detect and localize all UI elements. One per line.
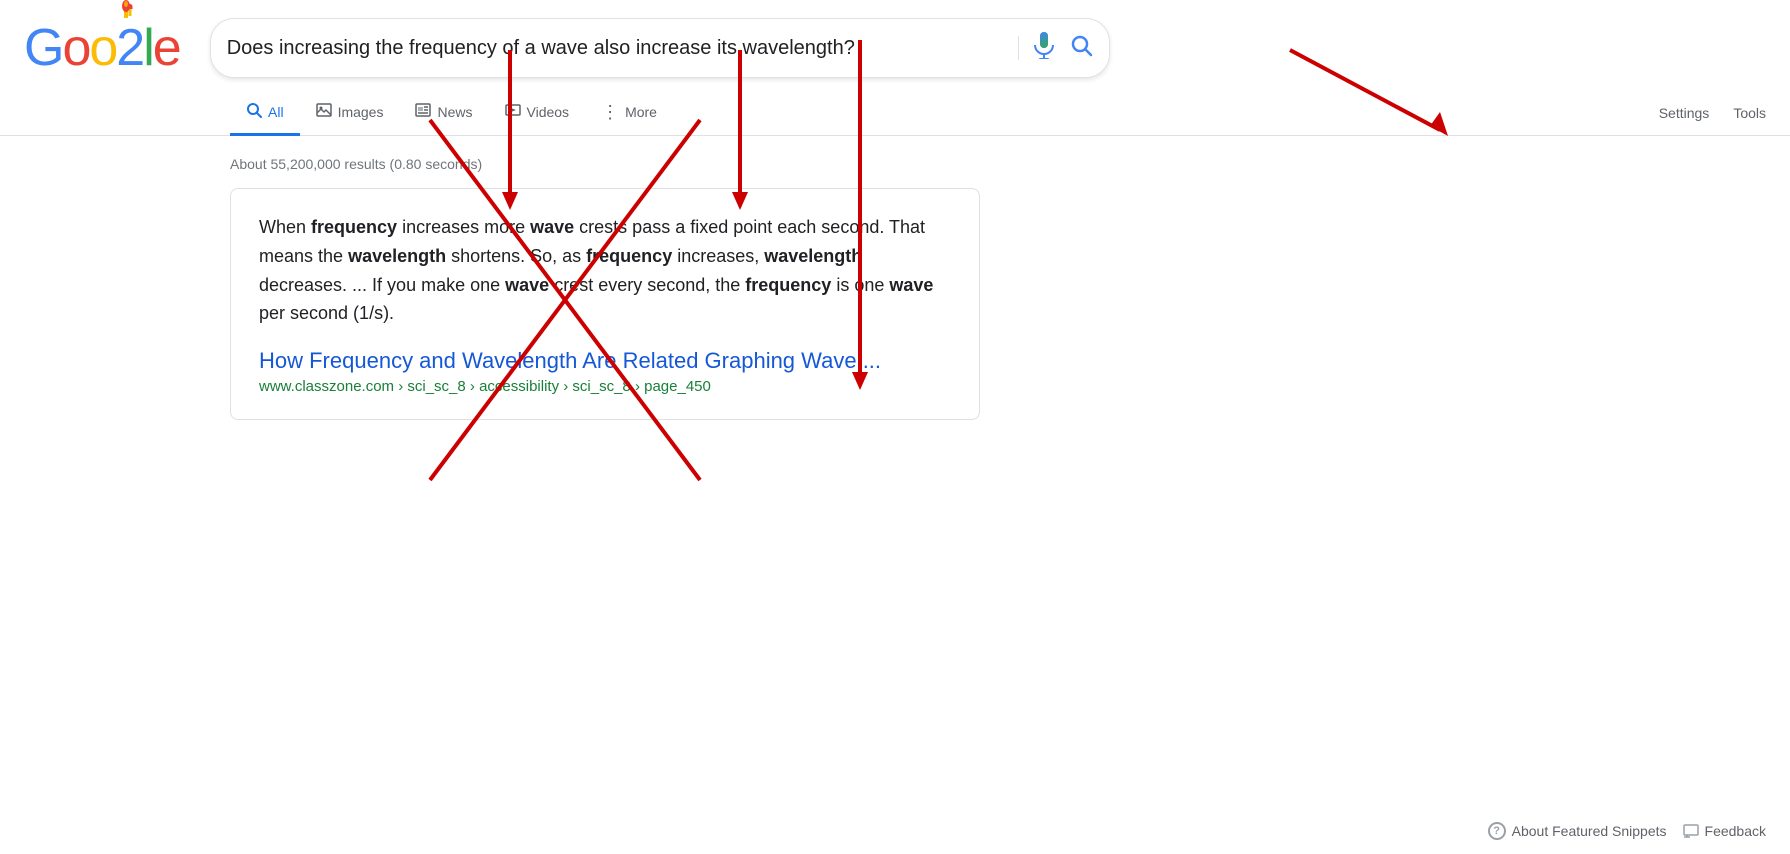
videos-tab-icon	[505, 102, 521, 121]
microphone-icon[interactable]	[1033, 31, 1055, 65]
snippet-url: www.classzone.com › sci_sc_8 › accessibi…	[259, 378, 951, 395]
info-icon: ?	[1488, 822, 1506, 840]
tab-news[interactable]: News	[399, 90, 488, 136]
tab-images[interactable]: Images	[300, 90, 400, 136]
feedback-icon	[1683, 824, 1699, 838]
logo-letter-e: e	[153, 18, 180, 78]
search-divider	[1018, 36, 1019, 60]
logo-letter-o2: o	[89, 18, 116, 78]
tab-images-label: Images	[338, 104, 384, 120]
google-logo[interactable]: G o o 2 l e	[24, 18, 180, 78]
logo-letter-l: l	[143, 18, 153, 78]
images-tab-icon	[316, 102, 332, 121]
feedback-button[interactable]: Feedback	[1683, 823, 1766, 839]
logo-letter-o1: o	[62, 18, 89, 78]
about-snippets-button[interactable]: ? About Featured Snippets	[1488, 822, 1667, 840]
nav-settings: Settings Tools	[1659, 105, 1790, 121]
tab-more[interactable]: ⋮ More	[585, 91, 673, 136]
feedback-label: Feedback	[1705, 823, 1766, 839]
search-submit-icon[interactable]	[1069, 33, 1093, 63]
footer-bar: ? About Featured Snippets Feedback	[1464, 808, 1790, 854]
snippet-text: When frequency increases more wave crest…	[259, 213, 951, 328]
news-tab-icon	[415, 102, 431, 121]
tab-news-label: News	[437, 104, 472, 120]
tab-videos[interactable]: Videos	[489, 90, 586, 136]
search-input[interactable]: Does increasing the frequency of a wave …	[227, 37, 1006, 60]
featured-snippet-card: When frequency increases more wave crest…	[230, 188, 980, 420]
header: G o o 2 l e Does increasing the frequenc…	[0, 0, 1790, 78]
search-box: Does increasing the frequency of a wave …	[210, 18, 1110, 78]
tab-videos-label: Videos	[527, 104, 570, 120]
search-box-container: Does increasing the frequency of a wave …	[210, 18, 1110, 78]
tools-link[interactable]: Tools	[1733, 105, 1766, 121]
search-actions	[1018, 31, 1093, 65]
settings-link[interactable]: Settings	[1659, 105, 1710, 121]
snippet-link-title[interactable]: How Frequency and Wavelength Are Related…	[259, 348, 951, 374]
results-count: About 55,200,000 results (0.80 seconds)	[230, 156, 482, 172]
logo-letter-2: 2	[116, 18, 143, 78]
results-stats: About 55,200,000 results (0.80 seconds)	[0, 136, 1790, 188]
tab-all[interactable]: All	[230, 90, 300, 136]
logo-candle-decoration: 2	[116, 18, 143, 78]
search-tab-icon	[246, 102, 262, 121]
tab-more-label: More	[625, 104, 657, 120]
nav-tabs: All Images News	[0, 78, 1790, 136]
logo-letter-g: G	[24, 18, 62, 78]
about-snippets-label: About Featured Snippets	[1512, 823, 1667, 839]
more-tab-icon: ⋮	[601, 103, 619, 121]
tab-all-label: All	[268, 104, 284, 120]
